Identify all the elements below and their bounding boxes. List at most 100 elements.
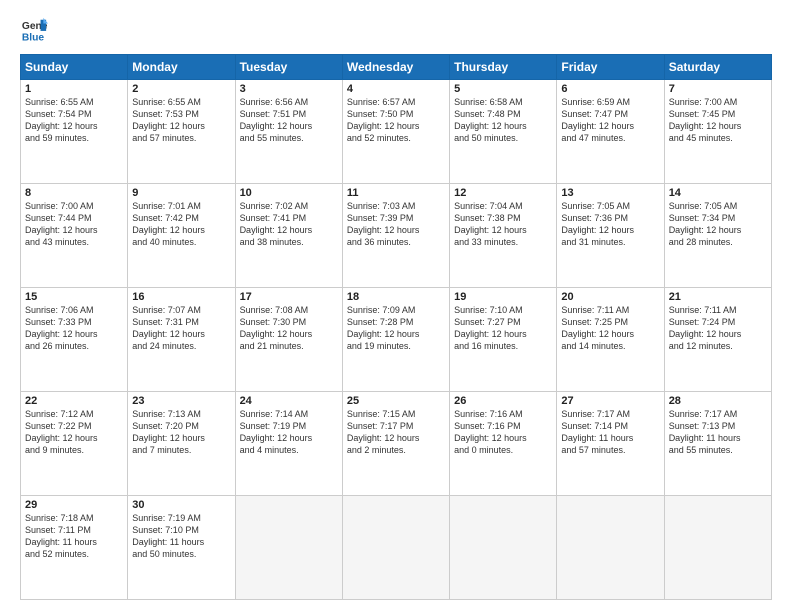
day-number: 23: [132, 395, 230, 407]
calendar-cell: 13Sunrise: 7:05 AMSunset: 7:36 PMDayligh…: [557, 184, 664, 288]
day-info: Sunrise: 7:07 AMSunset: 7:31 PMDaylight:…: [132, 304, 230, 353]
day-info: Sunrise: 7:13 AMSunset: 7:20 PMDaylight:…: [132, 408, 230, 457]
day-number: 24: [240, 395, 338, 407]
day-number: 26: [454, 395, 552, 407]
day-number: 1: [25, 83, 123, 95]
calendar-cell: 18Sunrise: 7:09 AMSunset: 7:28 PMDayligh…: [342, 288, 449, 392]
day-info: Sunrise: 7:12 AMSunset: 7:22 PMDaylight:…: [25, 408, 123, 457]
day-info: Sunrise: 7:19 AMSunset: 7:10 PMDaylight:…: [132, 512, 230, 561]
svg-text:Blue: Blue: [22, 32, 45, 43]
calendar-table: SundayMondayTuesdayWednesdayThursdayFrid…: [20, 54, 772, 600]
day-info: Sunrise: 6:55 AMSunset: 7:53 PMDaylight:…: [132, 96, 230, 145]
day-number: 14: [669, 187, 767, 199]
day-info: Sunrise: 7:15 AMSunset: 7:17 PMDaylight:…: [347, 408, 445, 457]
calendar-cell: 17Sunrise: 7:08 AMSunset: 7:30 PMDayligh…: [235, 288, 342, 392]
day-info: Sunrise: 7:17 AMSunset: 7:13 PMDaylight:…: [669, 408, 767, 457]
page: General Blue SundayMondayTuesdayWednesda…: [0, 0, 792, 612]
day-number: 16: [132, 291, 230, 303]
calendar-cell: 10Sunrise: 7:02 AMSunset: 7:41 PMDayligh…: [235, 184, 342, 288]
day-info: Sunrise: 7:05 AMSunset: 7:36 PMDaylight:…: [561, 200, 659, 249]
day-number: 9: [132, 187, 230, 199]
calendar-cell: 8Sunrise: 7:00 AMSunset: 7:44 PMDaylight…: [21, 184, 128, 288]
day-number: 18: [347, 291, 445, 303]
day-info: Sunrise: 7:14 AMSunset: 7:19 PMDaylight:…: [240, 408, 338, 457]
day-number: 25: [347, 395, 445, 407]
day-info: Sunrise: 7:18 AMSunset: 7:11 PMDaylight:…: [25, 512, 123, 561]
calendar-cell: 15Sunrise: 7:06 AMSunset: 7:33 PMDayligh…: [21, 288, 128, 392]
day-number: 2: [132, 83, 230, 95]
calendar-cell: 30Sunrise: 7:19 AMSunset: 7:10 PMDayligh…: [128, 496, 235, 600]
day-info: Sunrise: 6:55 AMSunset: 7:54 PMDaylight:…: [25, 96, 123, 145]
day-number: 5: [454, 83, 552, 95]
day-number: 27: [561, 395, 659, 407]
day-info: Sunrise: 7:11 AMSunset: 7:25 PMDaylight:…: [561, 304, 659, 353]
logo: General Blue: [20, 16, 48, 44]
day-number: 8: [25, 187, 123, 199]
day-info: Sunrise: 7:04 AMSunset: 7:38 PMDaylight:…: [454, 200, 552, 249]
day-info: Sunrise: 6:59 AMSunset: 7:47 PMDaylight:…: [561, 96, 659, 145]
day-info: Sunrise: 7:17 AMSunset: 7:14 PMDaylight:…: [561, 408, 659, 457]
weekday-header: Thursday: [450, 55, 557, 80]
weekday-header: Tuesday: [235, 55, 342, 80]
day-info: Sunrise: 7:02 AMSunset: 7:41 PMDaylight:…: [240, 200, 338, 249]
day-info: Sunrise: 7:08 AMSunset: 7:30 PMDaylight:…: [240, 304, 338, 353]
day-number: 4: [347, 83, 445, 95]
day-number: 12: [454, 187, 552, 199]
weekday-header: Sunday: [21, 55, 128, 80]
calendar-cell: 22Sunrise: 7:12 AMSunset: 7:22 PMDayligh…: [21, 392, 128, 496]
calendar-cell: 23Sunrise: 7:13 AMSunset: 7:20 PMDayligh…: [128, 392, 235, 496]
calendar-cell: 3Sunrise: 6:56 AMSunset: 7:51 PMDaylight…: [235, 80, 342, 184]
day-info: Sunrise: 7:06 AMSunset: 7:33 PMDaylight:…: [25, 304, 123, 353]
calendar-cell: 25Sunrise: 7:15 AMSunset: 7:17 PMDayligh…: [342, 392, 449, 496]
day-info: Sunrise: 7:10 AMSunset: 7:27 PMDaylight:…: [454, 304, 552, 353]
calendar-cell: 14Sunrise: 7:05 AMSunset: 7:34 PMDayligh…: [664, 184, 771, 288]
day-info: Sunrise: 7:00 AMSunset: 7:45 PMDaylight:…: [669, 96, 767, 145]
day-number: 20: [561, 291, 659, 303]
calendar-cell: 24Sunrise: 7:14 AMSunset: 7:19 PMDayligh…: [235, 392, 342, 496]
day-info: Sunrise: 7:16 AMSunset: 7:16 PMDaylight:…: [454, 408, 552, 457]
day-number: 17: [240, 291, 338, 303]
calendar-cell: [342, 496, 449, 600]
day-number: 30: [132, 499, 230, 511]
calendar-cell: 4Sunrise: 6:57 AMSunset: 7:50 PMDaylight…: [342, 80, 449, 184]
calendar-cell: [664, 496, 771, 600]
calendar-cell: 9Sunrise: 7:01 AMSunset: 7:42 PMDaylight…: [128, 184, 235, 288]
calendar-cell: 6Sunrise: 6:59 AMSunset: 7:47 PMDaylight…: [557, 80, 664, 184]
day-info: Sunrise: 7:03 AMSunset: 7:39 PMDaylight:…: [347, 200, 445, 249]
day-info: Sunrise: 7:01 AMSunset: 7:42 PMDaylight:…: [132, 200, 230, 249]
calendar-cell: [557, 496, 664, 600]
calendar-cell: 11Sunrise: 7:03 AMSunset: 7:39 PMDayligh…: [342, 184, 449, 288]
day-number: 10: [240, 187, 338, 199]
day-number: 6: [561, 83, 659, 95]
calendar-cell: 19Sunrise: 7:10 AMSunset: 7:27 PMDayligh…: [450, 288, 557, 392]
day-info: Sunrise: 7:00 AMSunset: 7:44 PMDaylight:…: [25, 200, 123, 249]
day-info: Sunrise: 6:56 AMSunset: 7:51 PMDaylight:…: [240, 96, 338, 145]
calendar-cell: 28Sunrise: 7:17 AMSunset: 7:13 PMDayligh…: [664, 392, 771, 496]
calendar-cell: 7Sunrise: 7:00 AMSunset: 7:45 PMDaylight…: [664, 80, 771, 184]
calendar-cell: [450, 496, 557, 600]
calendar-cell: 20Sunrise: 7:11 AMSunset: 7:25 PMDayligh…: [557, 288, 664, 392]
calendar-cell: 27Sunrise: 7:17 AMSunset: 7:14 PMDayligh…: [557, 392, 664, 496]
day-number: 29: [25, 499, 123, 511]
calendar-cell: 1Sunrise: 6:55 AMSunset: 7:54 PMDaylight…: [21, 80, 128, 184]
day-number: 15: [25, 291, 123, 303]
day-number: 28: [669, 395, 767, 407]
weekday-header: Monday: [128, 55, 235, 80]
day-number: 13: [561, 187, 659, 199]
day-info: Sunrise: 7:09 AMSunset: 7:28 PMDaylight:…: [347, 304, 445, 353]
day-info: Sunrise: 7:05 AMSunset: 7:34 PMDaylight:…: [669, 200, 767, 249]
weekday-header: Saturday: [664, 55, 771, 80]
day-number: 21: [669, 291, 767, 303]
calendar-cell: 26Sunrise: 7:16 AMSunset: 7:16 PMDayligh…: [450, 392, 557, 496]
calendar-cell: 21Sunrise: 7:11 AMSunset: 7:24 PMDayligh…: [664, 288, 771, 392]
day-number: 22: [25, 395, 123, 407]
day-info: Sunrise: 7:11 AMSunset: 7:24 PMDaylight:…: [669, 304, 767, 353]
day-number: 11: [347, 187, 445, 199]
day-number: 3: [240, 83, 338, 95]
calendar-cell: 2Sunrise: 6:55 AMSunset: 7:53 PMDaylight…: [128, 80, 235, 184]
weekday-header: Wednesday: [342, 55, 449, 80]
calendar-cell: 5Sunrise: 6:58 AMSunset: 7:48 PMDaylight…: [450, 80, 557, 184]
day-info: Sunrise: 6:57 AMSunset: 7:50 PMDaylight:…: [347, 96, 445, 145]
calendar-cell: 16Sunrise: 7:07 AMSunset: 7:31 PMDayligh…: [128, 288, 235, 392]
day-info: Sunrise: 6:58 AMSunset: 7:48 PMDaylight:…: [454, 96, 552, 145]
